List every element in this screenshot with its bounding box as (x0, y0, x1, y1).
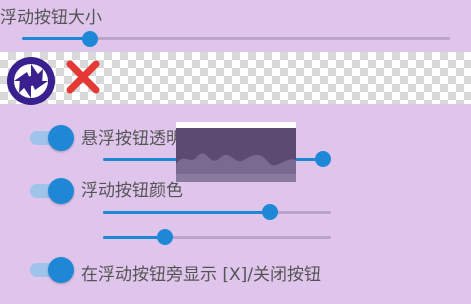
button-preview-graphic (176, 128, 296, 182)
button-preview-popup (176, 122, 296, 182)
color-slider-2-fill (103, 236, 164, 239)
close-icon[interactable] (64, 58, 102, 96)
color-slider-1[interactable] (103, 211, 331, 214)
size-slider-label: 浮动按钮大小 (0, 8, 102, 28)
color-slider-1-thumb[interactable] (262, 204, 278, 220)
color-toggle[interactable] (28, 178, 76, 204)
color-slider-2[interactable] (103, 236, 331, 239)
transparency-slider-thumb[interactable] (315, 151, 331, 167)
transparency-toggle-knob (48, 125, 74, 151)
color-label: 浮动按钮颜色 (81, 181, 183, 201)
transparency-toggle[interactable] (28, 125, 76, 151)
size-slider-thumb[interactable] (82, 31, 98, 47)
size-slider-fill (22, 37, 90, 40)
color-slider-1-fill (103, 211, 269, 214)
color-slider-2-thumb[interactable] (157, 229, 173, 245)
show-close-label: 在浮动按钮旁显示 [X]/关闭按钮 (81, 265, 322, 285)
shutter-icon[interactable] (5, 55, 57, 107)
color-toggle-knob (48, 178, 74, 204)
show-close-toggle-knob (48, 257, 74, 283)
show-close-toggle[interactable] (28, 257, 76, 283)
